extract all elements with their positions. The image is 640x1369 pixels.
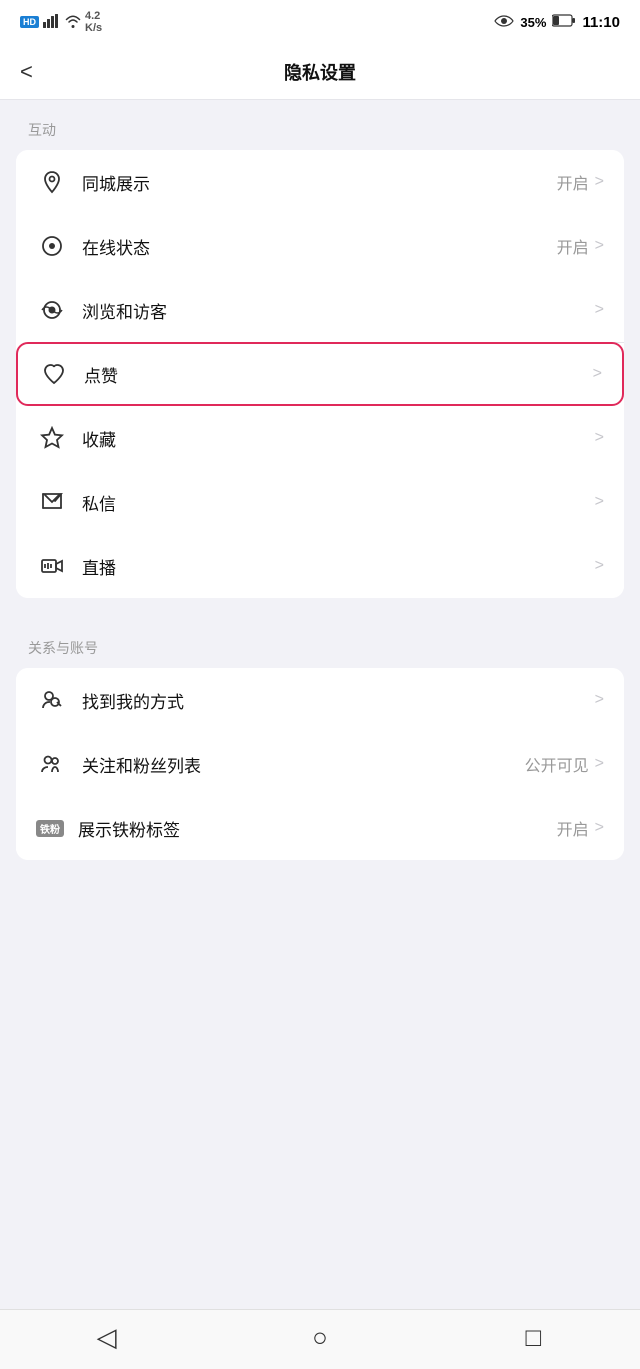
status-left: HD 4.2K/s [20, 10, 102, 34]
menu-item-live[interactable]: 直播 > [16, 534, 624, 598]
find-icon [36, 684, 68, 716]
tongcheng-chevron: > [595, 173, 604, 191]
follow-icon [36, 748, 68, 780]
tongcheng-label: 同城展示 [82, 170, 557, 195]
browse-label: 浏览和访客 [82, 298, 589, 323]
status-bar: HD 4.2K/s 35% [0, 0, 640, 44]
time-text: 11:10 [582, 14, 620, 31]
status-right: 35% 11:10 [494, 14, 620, 31]
menu-item-like[interactable]: 点赞 > [16, 342, 624, 406]
ironbadge-value: 开启 [557, 816, 589, 840]
live-icon [36, 550, 68, 582]
hd-badge: HD [20, 16, 39, 28]
bottom-nav-bar: ◁ ○ □ [0, 1309, 640, 1369]
battery-text: 35% [520, 15, 546, 30]
tongcheng-value: 开启 [557, 170, 589, 194]
online-label: 在线状态 [82, 234, 557, 259]
speed-text: 4.2K/s [85, 10, 102, 34]
like-label: 点赞 [84, 362, 587, 387]
menu-item-tongcheng[interactable]: 同城展示 开启 > [16, 150, 624, 214]
find-label: 找到我的方式 [82, 688, 589, 713]
like-chevron: > [593, 365, 602, 383]
back-nav-icon: ◁ [97, 1322, 117, 1353]
menu-item-message[interactable]: 私信 > [16, 470, 624, 534]
message-icon [36, 486, 68, 518]
ironbadge-chevron: > [595, 819, 604, 837]
online-chevron: > [595, 237, 604, 255]
menu-item-online[interactable]: 在线状态 开启 > [16, 214, 624, 278]
follow-chevron: > [595, 755, 604, 773]
top-nav: < 隐私设置 [0, 44, 640, 100]
iron-fan-badge: 铁粉 [36, 820, 64, 837]
menu-item-browse[interactable]: 浏览和访客 > [16, 278, 624, 342]
recent-nav-button[interactable]: □ [511, 1316, 555, 1360]
back-nav-button[interactable]: ◁ [85, 1316, 129, 1360]
back-button[interactable]: < [20, 59, 33, 85]
collect-label: 收藏 [82, 426, 589, 451]
location-icon [36, 166, 68, 198]
live-chevron: > [595, 557, 604, 575]
account-group: 找到我的方式 > 关注和粉丝列表 公开可见 > 铁粉 展示铁粉标签 开启 [16, 668, 624, 860]
online-value: 开启 [557, 234, 589, 258]
signal-icon [43, 14, 61, 31]
browse-icon [36, 294, 68, 326]
eye-status-icon [494, 14, 514, 31]
follow-value: 公开可见 [525, 752, 589, 776]
interaction-group: 同城展示 开启 > 在线状态 开启 > [16, 150, 624, 598]
live-label: 直播 [82, 554, 589, 579]
heart-icon [38, 358, 70, 390]
section-label-account: 关系与账号 [0, 618, 640, 668]
recent-nav-icon: □ [525, 1322, 541, 1353]
collect-chevron: > [595, 429, 604, 447]
menu-item-find[interactable]: 找到我的方式 > [16, 668, 624, 732]
section-label-interaction: 互动 [0, 100, 640, 150]
wifi-icon [65, 14, 81, 31]
ironbadge-label: 展示铁粉标签 [78, 816, 557, 841]
home-nav-icon: ○ [312, 1322, 328, 1353]
follow-label: 关注和粉丝列表 [82, 752, 525, 777]
menu-item-collect[interactable]: 收藏 > [16, 406, 624, 470]
star-icon [36, 422, 68, 454]
content-area: 互动 同城展示 开启 > 在线状态 开启 > [0, 100, 640, 880]
online-icon [36, 230, 68, 262]
message-label: 私信 [82, 490, 589, 515]
menu-item-follow[interactable]: 关注和粉丝列表 公开可见 > [16, 732, 624, 796]
message-chevron: > [595, 493, 604, 511]
browse-chevron: > [595, 301, 604, 319]
menu-item-ironbadge[interactable]: 铁粉 展示铁粉标签 开启 > [16, 796, 624, 860]
battery-icon [552, 14, 576, 30]
page-title: 隐私设置 [284, 59, 356, 85]
find-chevron: > [595, 691, 604, 709]
home-nav-button[interactable]: ○ [298, 1316, 342, 1360]
